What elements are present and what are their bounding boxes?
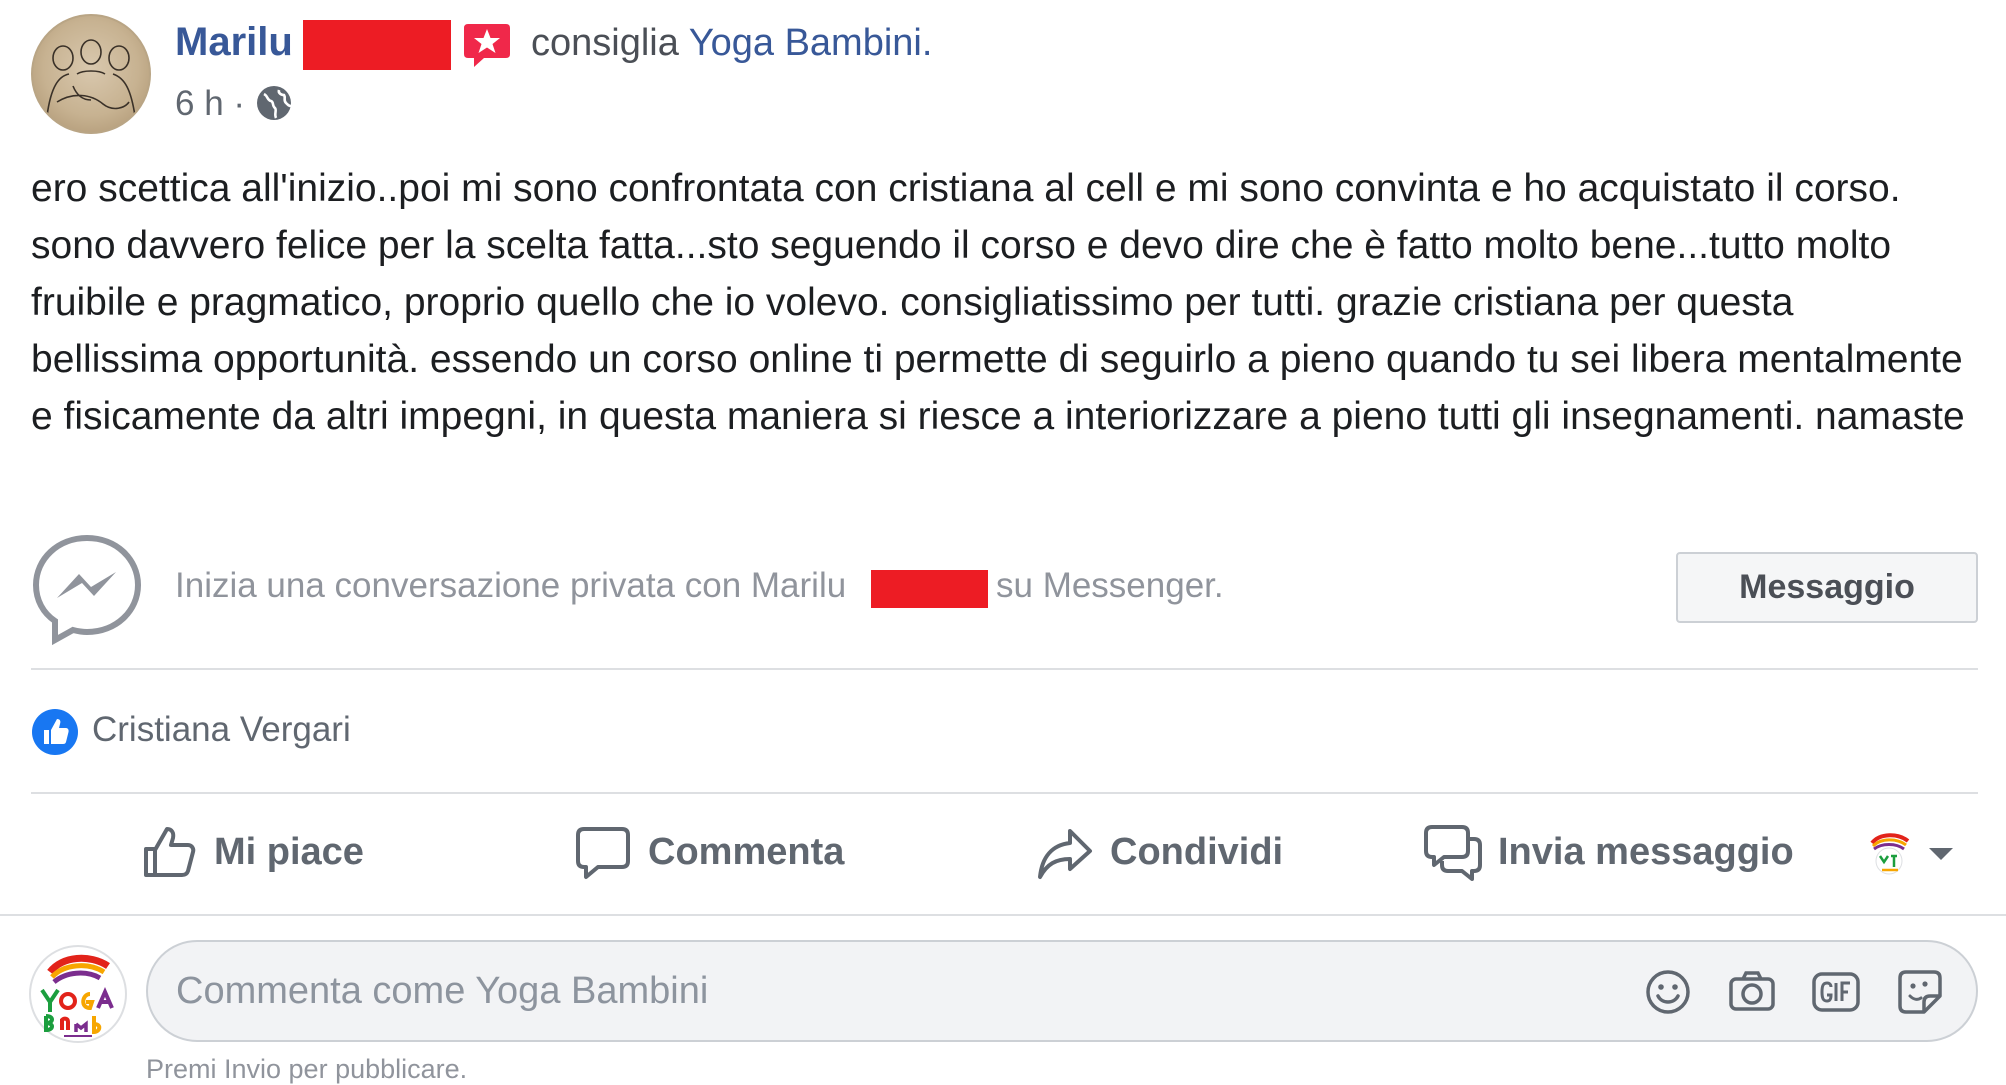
author-name[interactable]: Marilu bbox=[175, 20, 293, 65]
post-timestamp[interactable]: 6 h · bbox=[175, 84, 245, 124]
emoji-icon[interactable] bbox=[1642, 966, 1694, 1018]
author-avatar[interactable] bbox=[31, 14, 151, 134]
gif-icon[interactable] bbox=[1810, 966, 1862, 1018]
message-button[interactable]: Messaggio bbox=[1676, 552, 1978, 623]
submit-hint: Premi Invio per pubblicare. bbox=[146, 1054, 468, 1084]
chevron-down-icon bbox=[1929, 848, 1953, 860]
share-button[interactable]: Condividi bbox=[1036, 822, 1283, 882]
comment-button[interactable]: Commenta bbox=[574, 822, 844, 882]
divider bbox=[31, 792, 1978, 794]
globe-icon bbox=[255, 84, 293, 122]
page-logo-icon bbox=[1870, 833, 1910, 875]
send-label: Invia messaggio bbox=[1498, 830, 1794, 873]
commenter-avatar[interactable] bbox=[28, 944, 128, 1044]
redaction-bar bbox=[871, 570, 988, 608]
messenger-prompt-suffix: su Messenger. bbox=[996, 566, 1224, 605]
page-switcher[interactable] bbox=[1864, 828, 1974, 880]
liker-name[interactable]: Cristiana Vergari bbox=[92, 710, 351, 750]
messenger-icon bbox=[30, 532, 144, 646]
messenger-prompt-text: Inizia una conversazione privata con Mar… bbox=[175, 566, 847, 605]
comment-bubble-icon bbox=[576, 827, 630, 879]
like-thumb-icon bbox=[144, 827, 196, 877]
timestamp-text: 6 h bbox=[175, 84, 224, 123]
separator-dot: · bbox=[233, 84, 246, 123]
action-verb: consiglia bbox=[531, 22, 679, 64]
post-body-text: ero scettica all'inizio..poi mi sono con… bbox=[31, 167, 1965, 438]
comment-label: Commenta bbox=[648, 830, 845, 873]
send-message-icon bbox=[1424, 825, 1482, 881]
divider bbox=[31, 668, 1978, 670]
like-label: Mi piace bbox=[214, 830, 364, 873]
sticker-icon[interactable] bbox=[1894, 966, 1946, 1018]
camera-icon[interactable] bbox=[1726, 966, 1778, 1018]
recommendation-star-icon bbox=[462, 20, 512, 70]
divider bbox=[0, 914, 2006, 916]
redaction-bar bbox=[303, 20, 451, 70]
comment-input[interactable] bbox=[176, 966, 1576, 1016]
share-arrow-icon bbox=[1038, 829, 1092, 879]
action-text: consiglia Yoga Bambini. bbox=[531, 22, 932, 65]
send-message-button[interactable]: Invia messaggio bbox=[1424, 822, 1794, 882]
like-reaction-icon bbox=[31, 708, 79, 756]
like-button[interactable]: Mi piace bbox=[140, 822, 364, 882]
page-link[interactable]: Yoga Bambini. bbox=[689, 22, 933, 64]
share-label: Condividi bbox=[1110, 830, 1284, 873]
